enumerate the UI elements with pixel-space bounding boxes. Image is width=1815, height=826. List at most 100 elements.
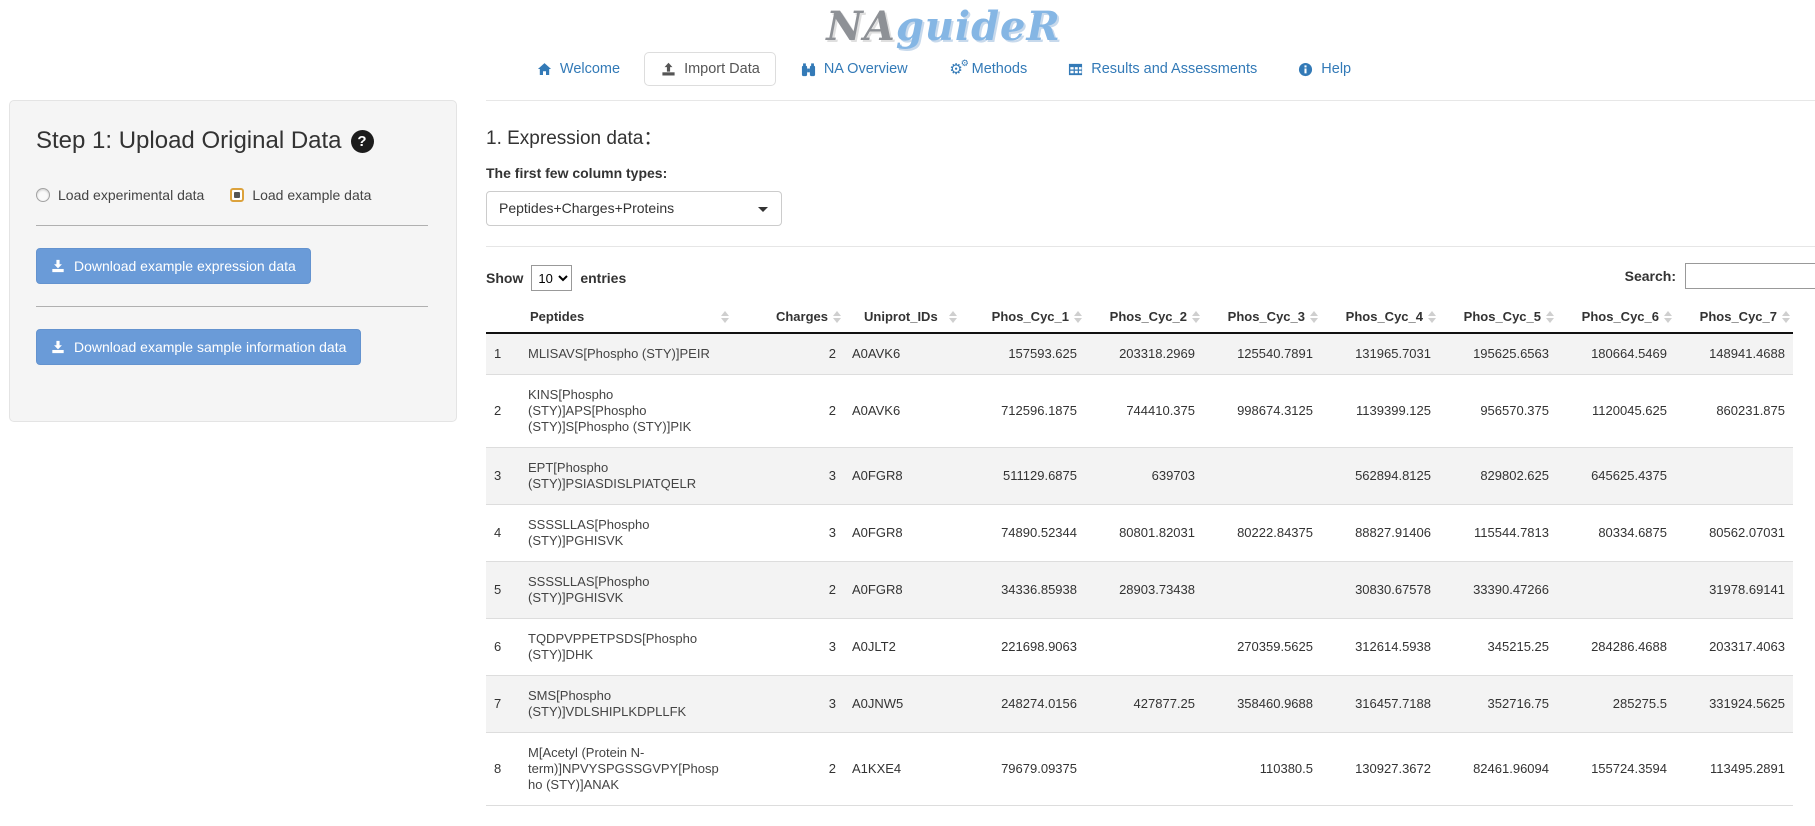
value-cell bbox=[1085, 619, 1203, 676]
table-header-row: Peptides Charges Uniprot_IDs Phos_Cyc_1 Phos… bbox=[486, 301, 1793, 333]
column-header-charges[interactable]: Charges bbox=[732, 301, 844, 333]
column-header-phos-cyc-7[interactable]: Phos_Cyc_7 bbox=[1675, 301, 1793, 333]
radio-unselected-icon[interactable] bbox=[36, 188, 50, 202]
nav-tab-import-data[interactable]: Import Data bbox=[644, 52, 776, 86]
radio-selected-icon[interactable] bbox=[230, 188, 244, 202]
value-cell: 110380.5 bbox=[1203, 733, 1321, 806]
app-logo: NAguideR bbox=[72, 4, 1815, 50]
column-types-dropdown[interactable]: Peptides+Charges+Proteins bbox=[486, 191, 782, 226]
value-cell: 34336.85938 bbox=[960, 562, 1085, 619]
sort-arrows-icon[interactable] bbox=[949, 311, 957, 323]
download-icon bbox=[51, 259, 65, 273]
table-row[interactable]: 5SSSSLLAS[Phospho (STY)]PGHISVK2A0FGR834… bbox=[486, 562, 1793, 619]
column-header-label: Charges bbox=[776, 309, 828, 324]
table-row[interactable]: 6TQDPVPPETPSDS[Phospho (STY)]DHK3A0JLT22… bbox=[486, 619, 1793, 676]
download-button-label: Download example expression data bbox=[74, 258, 296, 274]
value-cell: 221698.9063 bbox=[960, 619, 1085, 676]
charges-cell: 2 bbox=[732, 375, 844, 448]
column-header-peptides[interactable]: Peptides bbox=[520, 301, 732, 333]
value-cell: 130927.3672 bbox=[1321, 733, 1439, 806]
peptide-cell: SSSSLLAS[Phospho (STY)]PGHISVK bbox=[520, 562, 732, 619]
table-row[interactable]: 2KINS[Phospho (STY)]APS[Phospho (STY)]S[… bbox=[486, 375, 1793, 448]
site-header: NAguideR Welcome Import DataNA Overview⚙⚙… bbox=[0, 0, 1815, 86]
value-cell: 155724.3594 bbox=[1557, 733, 1675, 806]
download-example-sample-information-data-button[interactable]: Download example sample information data bbox=[36, 329, 361, 365]
content-divider bbox=[486, 246, 1815, 247]
column-types-selected-value: Peptides+Charges+Proteins bbox=[499, 200, 674, 216]
charges-cell: 2 bbox=[732, 733, 844, 806]
value-cell: 88827.91406 bbox=[1321, 505, 1439, 562]
upload-panel-title-text: Step 1: Upload Original Data bbox=[36, 127, 342, 155]
uniprot-cell: A0FGR8 bbox=[844, 562, 960, 619]
value-cell: 80801.82031 bbox=[1085, 505, 1203, 562]
nav-tab-na-overview[interactable]: NA Overview bbox=[784, 52, 924, 86]
value-cell: 331924.5625 bbox=[1675, 676, 1793, 733]
value-cell: 956570.375 bbox=[1439, 375, 1557, 448]
table-row[interactable]: 8M[Acetyl (Protein N-term)]NPVYSPGSSGVPY… bbox=[486, 733, 1793, 806]
sort-arrows-icon[interactable] bbox=[721, 311, 729, 323]
table-row[interactable]: 4SSSSLLAS[Phospho (STY)]PGHISVK3A0FGR874… bbox=[486, 505, 1793, 562]
value-cell: 312614.5938 bbox=[1321, 619, 1439, 676]
nav-tab-help[interactable]: Help bbox=[1281, 52, 1367, 86]
uniprot-cell: A0FGR8 bbox=[844, 505, 960, 562]
value-cell: 157593.625 bbox=[960, 333, 1085, 375]
sort-arrows-icon[interactable] bbox=[1664, 311, 1672, 323]
value-cell: 645625.4375 bbox=[1557, 448, 1675, 505]
column-header-label: Phos_Cyc_1 bbox=[992, 309, 1069, 324]
download-icon bbox=[51, 340, 65, 354]
sidebar-divider bbox=[36, 306, 428, 307]
sort-arrows-icon[interactable] bbox=[1546, 311, 1554, 323]
sort-arrows-icon[interactable] bbox=[1192, 311, 1200, 323]
value-cell: 562894.8125 bbox=[1321, 448, 1439, 505]
value-cell: 511129.6875 bbox=[960, 448, 1085, 505]
table-row[interactable]: 7SMS[Phospho (STY)]VDLSHIPLKDPLLFK3A0JNW… bbox=[486, 676, 1793, 733]
column-header-phos-cyc-1[interactable]: Phos_Cyc_1 bbox=[960, 301, 1085, 333]
column-header-uniprot-ids[interactable]: Uniprot_IDs bbox=[844, 301, 960, 333]
radio-option-load-experimental-data[interactable]: Load experimental data bbox=[36, 187, 204, 203]
uniprot-cell: A0JNW5 bbox=[844, 676, 960, 733]
column-header-phos-cyc-5[interactable]: Phos_Cyc_5 bbox=[1439, 301, 1557, 333]
nav-tab-results-and-assessments[interactable]: Results and Assessments bbox=[1051, 52, 1273, 86]
radio-option-load-example-data[interactable]: Load example data bbox=[230, 187, 371, 203]
nav-tab-methods[interactable]: ⚙⚙Methods bbox=[932, 52, 1044, 86]
question-circle-icon[interactable]: ? bbox=[351, 130, 374, 153]
table-row[interactable]: 3EPT[Phospho (STY)]PSIASDISLPIATQELR3A0F… bbox=[486, 448, 1793, 505]
column-header-phos-cyc-6[interactable]: Phos_Cyc_6 bbox=[1557, 301, 1675, 333]
column-header-phos-cyc-3[interactable]: Phos_Cyc_3 bbox=[1203, 301, 1321, 333]
value-cell: 744410.375 bbox=[1085, 375, 1203, 448]
value-cell bbox=[1203, 562, 1321, 619]
table-row[interactable]: 1MLISAVS[Phospho (STY)]PEIR2A0AVK6157593… bbox=[486, 333, 1793, 375]
sort-arrows-icon[interactable] bbox=[1782, 311, 1790, 323]
search-input[interactable] bbox=[1685, 263, 1815, 289]
sort-arrows-icon[interactable] bbox=[833, 311, 841, 323]
main-content: 1. Expression data： The first few column… bbox=[486, 100, 1815, 806]
row-index-cell: 6 bbox=[486, 619, 520, 676]
sort-arrows-icon[interactable] bbox=[1310, 311, 1318, 323]
value-cell: 28903.73438 bbox=[1085, 562, 1203, 619]
peptide-cell: TQDPVPPETPSDS[Phospho (STY)]DHK bbox=[520, 619, 732, 676]
download-example-expression-data-button[interactable]: Download example expression data bbox=[36, 248, 311, 284]
column-header-label: Phos_Cyc_3 bbox=[1228, 309, 1305, 324]
charges-cell: 3 bbox=[732, 619, 844, 676]
value-cell: 148941.4688 bbox=[1675, 333, 1793, 375]
nav-tab-welcome[interactable]: Welcome bbox=[520, 52, 636, 86]
charges-cell: 2 bbox=[732, 562, 844, 619]
table-body: 1MLISAVS[Phospho (STY)]PEIR2A0AVK6157593… bbox=[486, 333, 1793, 806]
column-header-label: Phos_Cyc_5 bbox=[1464, 309, 1541, 324]
sort-arrows-icon[interactable] bbox=[1074, 311, 1082, 323]
nav-tab-label: Welcome bbox=[560, 61, 620, 77]
value-cell: 80222.84375 bbox=[1203, 505, 1321, 562]
value-cell: 998674.3125 bbox=[1203, 375, 1321, 448]
column-header-phos-cyc-2[interactable]: Phos_Cyc_2 bbox=[1085, 301, 1203, 333]
peptide-cell: SMS[Phospho (STY)]VDLSHIPLKDPLLFK bbox=[520, 676, 732, 733]
charges-cell: 3 bbox=[732, 505, 844, 562]
upload-icon bbox=[660, 61, 677, 77]
expression-data-title: 1. Expression data： bbox=[486, 123, 1815, 150]
page-length-select[interactable]: 10 bbox=[531, 265, 572, 291]
column-header-phos-cyc-4[interactable]: Phos_Cyc_4 bbox=[1321, 301, 1439, 333]
sort-arrows-icon[interactable] bbox=[1428, 311, 1436, 323]
expression-data-table: Peptides Charges Uniprot_IDs Phos_Cyc_1 Phos… bbox=[486, 301, 1793, 806]
radio-group: Load experimental data Load example data bbox=[36, 187, 428, 203]
value-cell bbox=[1557, 562, 1675, 619]
value-cell: 712596.1875 bbox=[960, 375, 1085, 448]
